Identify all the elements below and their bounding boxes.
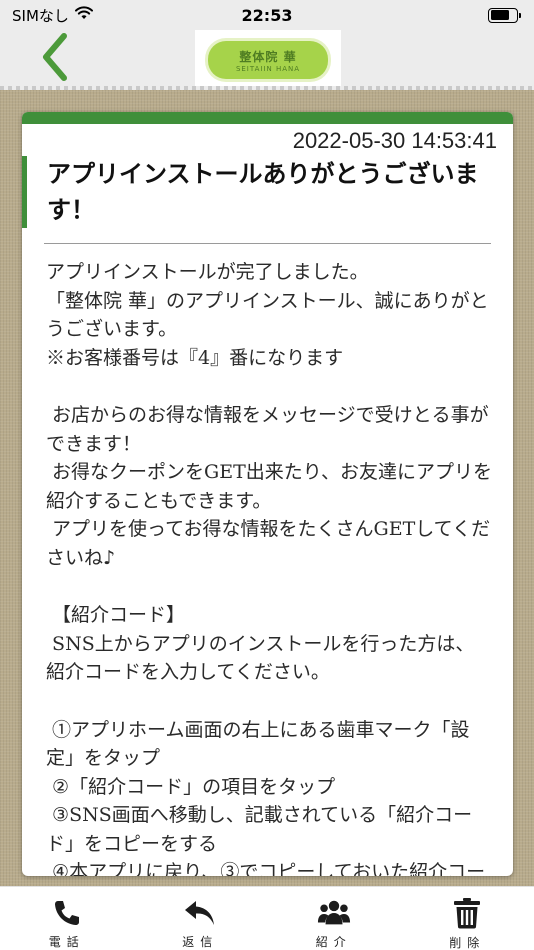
tab-delete[interactable]: 削除 [401, 887, 534, 950]
shop-logo: 整体院 華 SEITAIIN HANA [195, 30, 341, 90]
tab-delete-label: 削除 [449, 936, 486, 950]
battery-icon [488, 7, 521, 23]
users-icon [317, 897, 351, 928]
logo-title: 整体院 華 [239, 49, 297, 64]
wifi-icon [74, 6, 93, 24]
logo-subtitle: SEITAIIN HANA [235, 64, 301, 73]
tab-phone[interactable]: 電話 [0, 887, 134, 950]
tab-reply-label: 返信 [182, 935, 219, 949]
message-body[interactable]: アプリインストールが完了しました。 「整体院 華」のアプリインストール、誠にあり… [22, 244, 513, 876]
trash-icon [450, 897, 484, 929]
reply-icon [183, 897, 217, 928]
carrier-label: SIMなし [12, 6, 69, 25]
bottom-tab-bar: 電話 返信 紹介 削除 [0, 886, 534, 950]
tab-introduce-label: 紹介 [315, 935, 352, 949]
tab-introduce[interactable]: 紹介 [267, 887, 401, 950]
card-accent-bar [22, 112, 513, 124]
logo-band: 整体院 華 SEITAIIN HANA [208, 41, 328, 79]
tab-phone-label: 電話 [48, 935, 85, 949]
status-left: SIMなし [12, 5, 93, 26]
tab-reply[interactable]: 返信 [134, 887, 268, 950]
message-date: 2022-05-30 14:53:41 [292, 128, 497, 153]
status-bar: SIMなし 22:53 [0, 0, 534, 30]
back-button[interactable] [30, 30, 80, 88]
chevron-left-icon [40, 32, 70, 86]
header: 整体院 華 SEITAIIN HANA [0, 30, 534, 90]
phone-icon [50, 897, 84, 928]
message-card: 2022-05-30 14:53:41 アプリインストールありがとうございます！… [22, 112, 513, 876]
message-title: アプリインストールありがとうございます！ [22, 156, 513, 228]
